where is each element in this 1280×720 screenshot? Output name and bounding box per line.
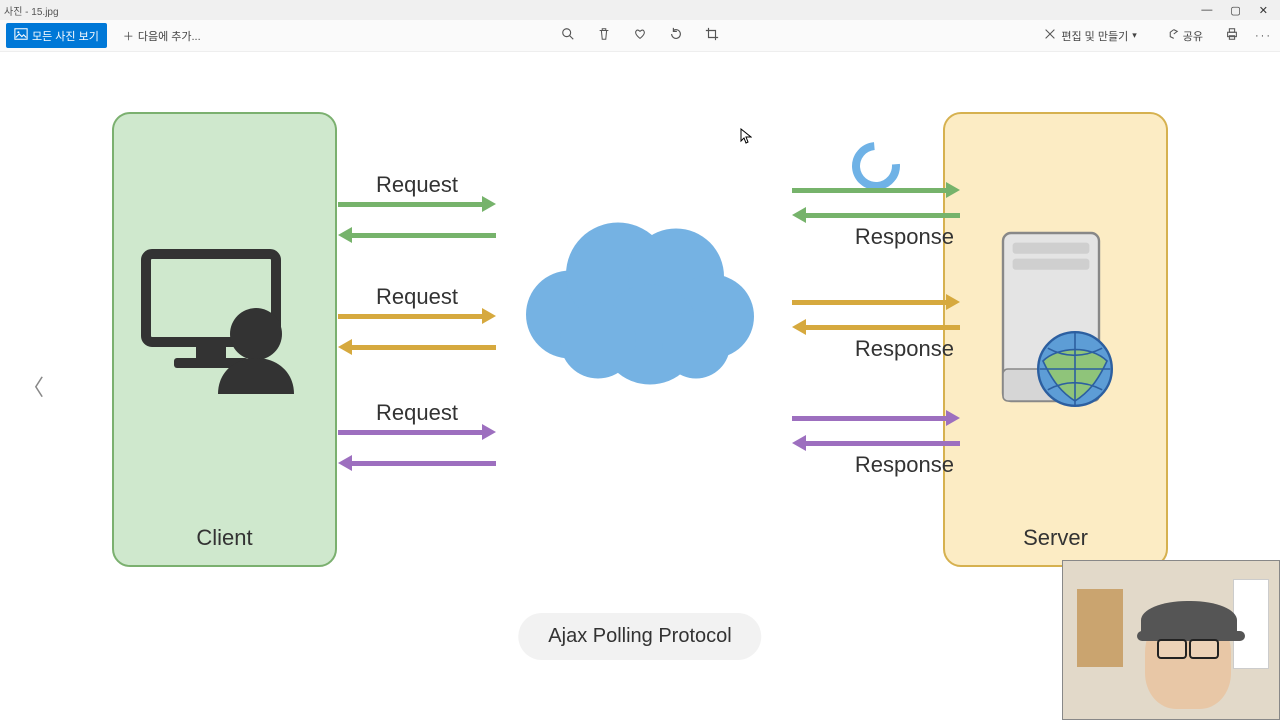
server-box: Server [943,112,1168,567]
arrow-left-icon [338,233,496,238]
title-bar: 사진 - 15.jpg — ▢ ✕ [0,0,1280,20]
client-box: Client [112,112,337,567]
heart-icon[interactable] [633,27,647,44]
edit-create-button[interactable]: 편집 및 만들기 ▾ [1037,23,1142,48]
share-label: 공유 [1183,28,1203,44]
image-viewport: 〈 Client Server [0,52,1280,720]
cloud-icon [500,185,780,400]
more-icon[interactable]: ··· [1255,30,1272,42]
minimize-button[interactable]: — [1201,4,1212,17]
request-label: Request [338,400,496,426]
arrow-right-icon [792,416,960,421]
edit-create-label: 편집 및 만들기 [1061,28,1128,44]
share-icon [1165,27,1179,44]
request-group-3: Request [338,400,496,466]
chevron-down-icon: ▾ [1132,30,1137,41]
zoom-icon[interactable] [561,27,575,44]
client-user-monitor-icon [126,224,326,424]
server-globe-icon [979,214,1139,444]
request-label: Request [338,284,496,310]
add-to-next-button[interactable]: ＋ 다음에 추가... [117,24,207,48]
plus-icon: ＋ [123,28,134,44]
arrow-right-icon [338,314,496,319]
diagram-caption: Ajax Polling Protocol [518,613,761,660]
toolbar: 모든 사진 보기 ＋ 다음에 추가... 편집 및 만들기 ▾ 공유 ··· [0,20,1280,52]
view-all-photos-button[interactable]: 모든 사진 보기 [6,23,107,48]
arrow-left-icon [338,461,496,466]
request-group-2: Request [338,284,496,350]
server-label: Server [945,525,1166,551]
rotate-icon[interactable] [669,27,683,44]
webcam-overlay [1062,560,1280,720]
response-group-1: Response [792,188,960,254]
arrow-left-icon [338,345,496,350]
response-label: Response [792,224,960,250]
crop-icon[interactable] [705,27,719,44]
response-group-2: Response [792,300,960,366]
window-title: 사진 - 15.jpg [4,3,59,18]
request-label: Request [338,172,496,198]
arrow-left-icon [792,325,960,330]
maximize-button[interactable]: ▢ [1230,4,1240,17]
image-icon [14,27,28,44]
window-controls: — ▢ ✕ [1201,4,1276,17]
response-label: Response [792,336,960,362]
print-icon[interactable] [1225,27,1239,44]
mouse-cursor-icon [740,128,752,147]
arrow-right-icon [792,188,960,193]
response-group-3: Response [792,416,960,482]
trash-icon[interactable] [597,27,611,44]
previous-image-button[interactable]: 〈 [14,362,52,410]
request-group-1: Request [338,172,496,238]
arrow-left-icon [792,441,960,446]
arrow-right-icon [338,202,496,207]
arrow-right-icon [792,300,960,305]
arrow-right-icon [338,430,496,435]
response-label: Response [792,452,960,478]
edit-icon [1043,27,1057,44]
add-next-label: 다음에 추가... [138,28,201,44]
share-button[interactable]: 공유 [1159,23,1209,48]
close-button[interactable]: ✕ [1259,4,1268,17]
arrow-left-icon [792,213,960,218]
client-label: Client [114,525,335,551]
view-all-label: 모든 사진 보기 [32,28,99,44]
